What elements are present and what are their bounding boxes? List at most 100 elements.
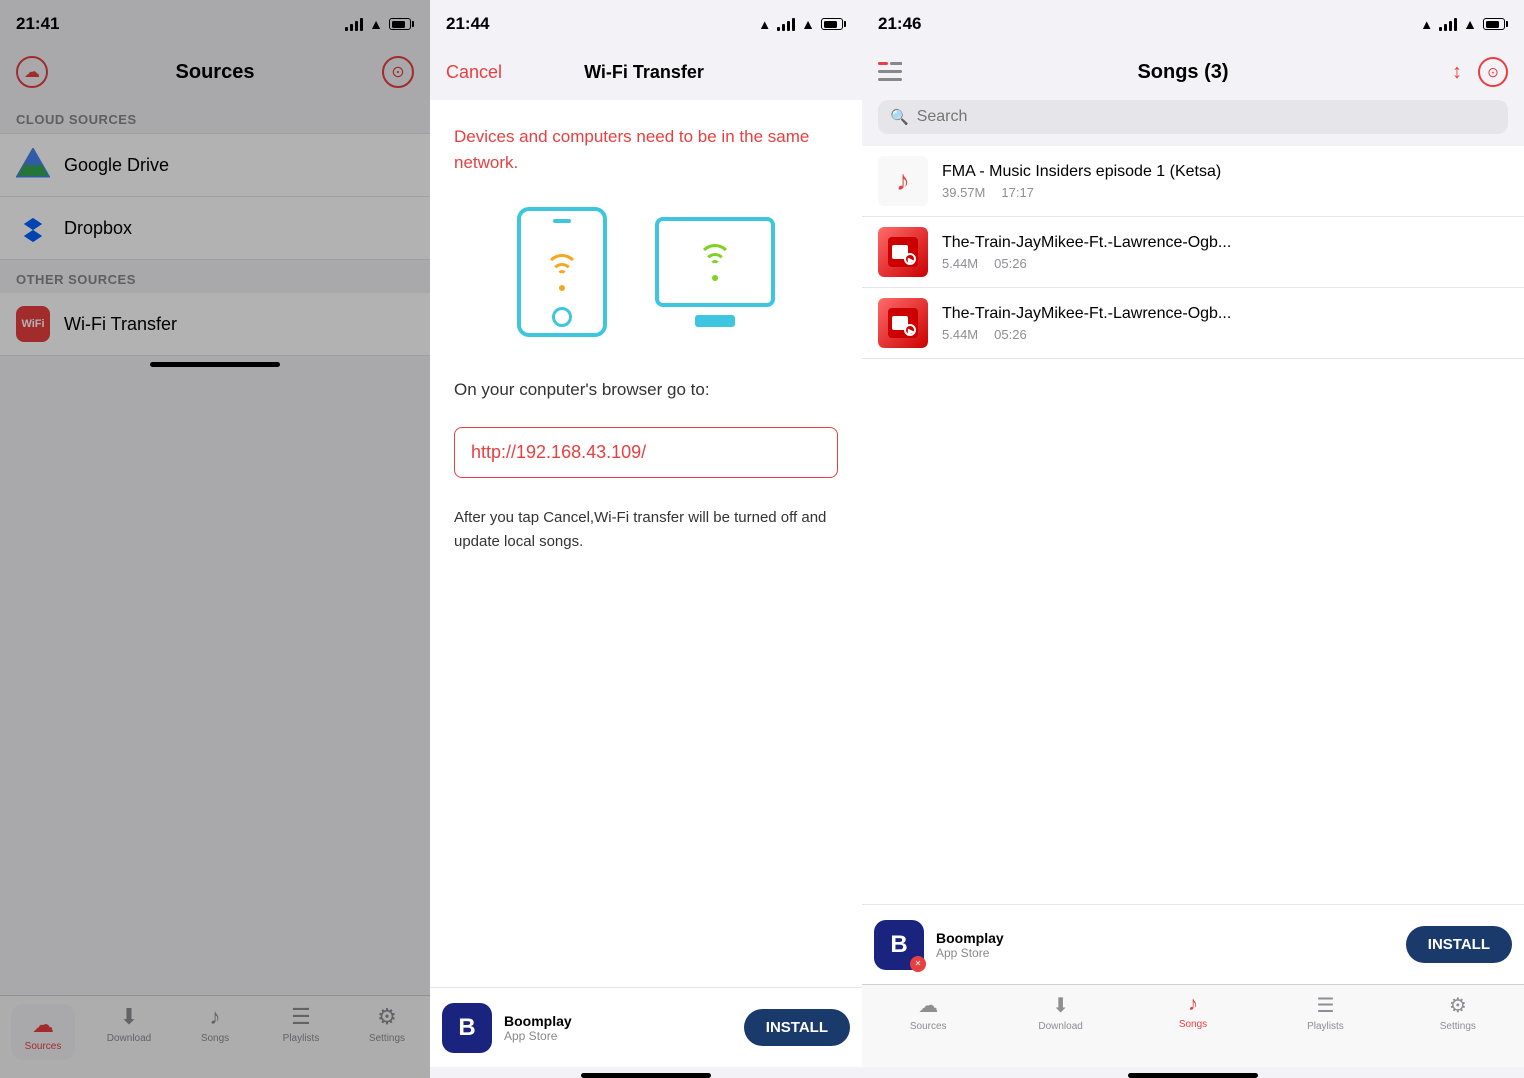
- sort-icon[interactable]: ↕: [1452, 61, 1462, 84]
- songs-tab-download-icon: ⬇: [1052, 993, 1069, 1018]
- bar4: [360, 18, 363, 31]
- battery-body-2: [821, 18, 843, 30]
- ad-store-name-3: App Store: [936, 946, 1394, 960]
- songs-settings-icon[interactable]: ⊙: [1478, 57, 1508, 87]
- song-item-2[interactable]: ▶ The-Train-JayMikee-Ft.-Lawrence-Ogb...…: [862, 217, 1524, 288]
- status-time-2: 21:44: [446, 14, 489, 34]
- tab-playlists-1[interactable]: ☰ Playlists: [258, 1004, 344, 1044]
- google-drive-icon: [16, 148, 50, 182]
- monitor-stand-icon: [695, 315, 735, 327]
- songs-tab-songs[interactable]: ♪ Songs: [1127, 993, 1259, 1030]
- songs-tab-sources-label: Sources: [910, 1021, 947, 1032]
- tab-bar-1: ☁ Sources ⬇ Download ♪ Songs ☰ Playlists…: [0, 995, 430, 1078]
- search-input[interactable]: [917, 108, 1496, 126]
- panel-songs: 21:46 ▲ ▲: [862, 0, 1524, 1078]
- wifi-cancel-button[interactable]: Cancel: [446, 62, 502, 83]
- songs-title: Songs (3): [1137, 61, 1228, 84]
- status-icons-3: ▲ ▲: [1420, 16, 1508, 32]
- signal-bars-1: [345, 17, 363, 31]
- songs-tab-playlists-icon: ☰: [1316, 993, 1334, 1018]
- songs-nav-header: Songs (3) ↕ ⊙: [862, 44, 1524, 100]
- bar2-3: [1444, 24, 1447, 31]
- bar1-2: [777, 27, 780, 31]
- location-icon-3: ▲: [1420, 17, 1433, 32]
- tab-settings-1[interactable]: ⚙ Settings: [344, 1004, 430, 1044]
- wifi-dot-monitor: [712, 275, 718, 281]
- songs-tab-download-label: Download: [1038, 1021, 1082, 1032]
- song-thumb-placeholder-3: ▶: [878, 298, 928, 348]
- song-size-1: 39.57M: [942, 185, 985, 200]
- ad-install-button-3[interactable]: INSTALL: [1406, 926, 1512, 963]
- status-icons-1: ▲: [345, 16, 414, 32]
- bar2-2: [782, 24, 785, 31]
- ad-app-name-3: Boomplay: [936, 930, 1394, 946]
- songs-tab-settings-label: Settings: [1440, 1021, 1476, 1032]
- tab-download-1[interactable]: ⬇ Download: [86, 1004, 172, 1044]
- cloud-add-icon[interactable]: ☁: [16, 56, 48, 88]
- status-icons-2: ▲ ▲: [758, 16, 846, 32]
- search-bar[interactable]: 🔍: [878, 100, 1508, 134]
- bar3: [355, 21, 358, 31]
- song-info-2: The-Train-JayMikee-Ft.-Lawrence-Ogb... 5…: [942, 234, 1508, 271]
- wifi-transfer-icon: WiFi: [16, 306, 50, 342]
- ad-badge-3: ✕: [910, 956, 926, 972]
- panel-sources: 21:41 ▲ ☁ Sources ⊙ Cloud Sources: [0, 0, 430, 1078]
- song-title-3: The-Train-JayMikee-Ft.-Lawrence-Ogb...: [942, 305, 1422, 323]
- dropbox-item[interactable]: Dropbox: [0, 197, 430, 260]
- ad-install-button-2[interactable]: INSTALL: [744, 1009, 850, 1046]
- songs-menu-icon[interactable]: [878, 62, 914, 82]
- wifi-transfer-icon-container: WiFi: [16, 307, 50, 341]
- bar2: [350, 24, 353, 31]
- wifi-transfer-title: Wi-Fi Transfer: [584, 62, 704, 83]
- wifi-signal-phone: [545, 254, 579, 291]
- song-thumb-3: ▶: [878, 298, 928, 348]
- home-indicator-1: [150, 362, 280, 367]
- song-size-3: 5.44M: [942, 327, 978, 342]
- battery-icon-3: [1483, 18, 1508, 30]
- google-drive-label: Google Drive: [64, 155, 169, 176]
- tab-sources-1[interactable]: ☁ Sources: [0, 1004, 86, 1060]
- sources-tab-icon: ☁: [32, 1012, 54, 1038]
- settings-tab-label-1: Settings: [369, 1033, 405, 1044]
- wifi-illustration: [454, 207, 838, 337]
- sources-title: Sources: [48, 61, 382, 84]
- songs-tab-sources[interactable]: ☁ Sources: [862, 993, 994, 1032]
- song-item-3[interactable]: ▶ The-Train-JayMikee-Ft.-Lawrence-Ogb...…: [862, 288, 1524, 359]
- other-sources-list: WiFi Wi-Fi Transfer: [0, 293, 430, 356]
- settings-tab-icon-1: ⚙: [377, 1004, 397, 1030]
- songs-tab-icon-1: ♪: [210, 1004, 221, 1030]
- song-item-1[interactable]: ♪ FMA - Music Insiders episode 1 (Ketsa)…: [862, 146, 1524, 217]
- home-indicator-2: [581, 1073, 711, 1078]
- songs-tab-songs-label: Songs: [1179, 1019, 1207, 1030]
- song-duration-3: 05:26: [994, 327, 1027, 342]
- cloud-sources-header: Cloud Sources: [0, 100, 430, 133]
- wifi-transfer-item[interactable]: WiFi Wi-Fi Transfer: [0, 293, 430, 356]
- google-drive-item[interactable]: Google Drive: [0, 134, 430, 197]
- songs-tab-settings[interactable]: ⚙ Settings: [1392, 993, 1524, 1032]
- songs-tab-settings-icon: ⚙: [1449, 993, 1467, 1018]
- song-thumb-1: ♪: [878, 156, 928, 206]
- songs-tab-playlists[interactable]: ☰ Playlists: [1259, 993, 1391, 1032]
- settings-circle-icon[interactable]: ⊙: [382, 56, 414, 88]
- phone-device-wrapper: [517, 207, 607, 337]
- songs-header-icons: ↕ ⊙: [1452, 57, 1508, 87]
- signal-bars-2: [777, 17, 795, 31]
- dropbox-label: Dropbox: [64, 218, 132, 239]
- wifi-content: Devices and computers need to be in the …: [430, 100, 862, 987]
- tab-songs-1[interactable]: ♪ Songs: [172, 1004, 258, 1044]
- wifi-signal-monitor: [698, 244, 732, 281]
- music-note-icon-1: ♪: [896, 165, 910, 197]
- status-bar-1: 21:41 ▲: [0, 0, 430, 44]
- bar1-3: [1439, 27, 1442, 31]
- dropbox-icon: [16, 211, 50, 245]
- bar1: [345, 27, 348, 31]
- search-icon: 🔍: [890, 108, 909, 126]
- songs-tab-download[interactable]: ⬇ Download: [994, 993, 1126, 1032]
- battery-tip-1: [412, 21, 414, 27]
- panel-wifi-transfer: 21:44 ▲ ▲ Cancel Wi-Fi Transfer Devices: [430, 0, 862, 1078]
- battery-tip-3: [1506, 21, 1508, 27]
- bar3-3: [1449, 21, 1452, 31]
- battery-body-3: [1483, 18, 1505, 30]
- svg-text:▶: ▶: [907, 256, 915, 265]
- wifi-transfer-label: Wi-Fi Transfer: [64, 314, 177, 335]
